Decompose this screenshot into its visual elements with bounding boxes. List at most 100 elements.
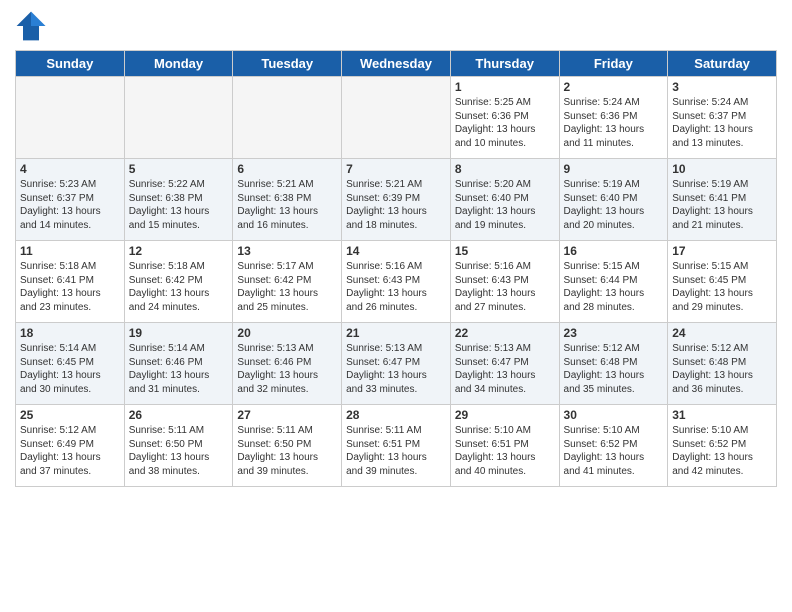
day-info: Sunrise: 5:15 AM Sunset: 6:44 PM Dayligh… (564, 260, 664, 314)
page: SundayMondayTuesdayWednesdayThursdayFrid… (0, 0, 792, 612)
day-number: 9 (564, 162, 664, 176)
weekday-cell: Tuesday (233, 51, 342, 77)
weekday-cell: Monday (124, 51, 233, 77)
weekday-cell: Sunday (16, 51, 125, 77)
day-info: Sunrise: 5:13 AM Sunset: 6:46 PM Dayligh… (237, 342, 337, 396)
day-info: Sunrise: 5:18 AM Sunset: 6:41 PM Dayligh… (20, 260, 120, 314)
calendar-day-cell: 1 Sunrise: 5:25 AM Sunset: 6:36 PM Daylig… (450, 77, 559, 159)
day-number: 25 (20, 408, 120, 422)
calendar-day-cell (124, 77, 233, 159)
day-number: 15 (455, 244, 555, 258)
day-number: 8 (455, 162, 555, 176)
day-info: Sunrise: 5:21 AM Sunset: 6:39 PM Dayligh… (346, 178, 446, 232)
calendar-week-row: 25Sunrise: 5:12 AM Sunset: 6:49 PM Dayli… (16, 405, 777, 487)
weekday-cell: Friday (559, 51, 668, 77)
calendar-day-cell: 14 Sunrise: 5:16 AM Sunset: 6:43 PM Dayli… (342, 241, 451, 323)
weekday-row: SundayMondayTuesdayWednesdayThursdayFrid… (16, 51, 777, 77)
weekday-cell: Thursday (450, 51, 559, 77)
day-info: Sunrise: 5:10 AM Sunset: 6:51 PM Dayligh… (455, 424, 555, 478)
calendar-day-cell: 20Sunrise: 5:13 AM Sunset: 6:46 PM Dayli… (233, 323, 342, 405)
calendar-day-cell: 27 Sunrise: 5:11 AM Sunset: 6:50 PM Dayli… (233, 405, 342, 487)
weekday-cell: Wednesday (342, 51, 451, 77)
day-info: Sunrise: 5:12 AM Sunset: 6:48 PM Dayligh… (564, 342, 664, 396)
day-info: Sunrise: 5:25 AM Sunset: 6:36 PM Dayligh… (455, 96, 555, 150)
day-number: 31 (672, 408, 772, 422)
calendar-day-cell: 26 Sunrise: 5:11 AM Sunset: 6:50 PM Dayli… (124, 405, 233, 487)
day-number: 14 (346, 244, 446, 258)
day-number: 11 (20, 244, 120, 258)
day-info: Sunrise: 5:16 AM Sunset: 6:43 PM Dayligh… (455, 260, 555, 314)
day-number: 7 (346, 162, 446, 176)
calendar-day-cell: 13 Sunrise: 5:17 AM Sunset: 6:42 PM Dayli… (233, 241, 342, 323)
logo (15, 10, 51, 42)
day-number: 28 (346, 408, 446, 422)
day-number: 12 (129, 244, 229, 258)
calendar-day-cell: 16 Sunrise: 5:15 AM Sunset: 6:44 PM Dayli… (559, 241, 668, 323)
header (15, 10, 777, 42)
day-number: 26 (129, 408, 229, 422)
calendar-day-cell: 17 Sunrise: 5:15 AM Sunset: 6:45 PM Dayli… (668, 241, 777, 323)
calendar-day-cell: 30 Sunrise: 5:10 AM Sunset: 6:52 PM Dayli… (559, 405, 668, 487)
calendar-day-cell: 23 Sunrise: 5:12 AM Sunset: 6:48 PM Dayli… (559, 323, 668, 405)
day-info: Sunrise: 5:24 AM Sunset: 6:37 PM Dayligh… (672, 96, 772, 150)
day-number: 4 (20, 162, 120, 176)
day-number: 27 (237, 408, 337, 422)
day-info: Sunrise: 5:16 AM Sunset: 6:43 PM Dayligh… (346, 260, 446, 314)
calendar-day-cell: 11 Sunrise: 5:18 AM Sunset: 6:41 PM Dayli… (16, 241, 125, 323)
calendar-day-cell: 21 Sunrise: 5:13 AM Sunset: 6:47 PM Dayli… (342, 323, 451, 405)
day-number: 5 (129, 162, 229, 176)
calendar-day-cell: 4 Sunrise: 5:23 AM Sunset: 6:37 PM Daylig… (16, 159, 125, 241)
calendar-day-cell: 7 Sunrise: 5:21 AM Sunset: 6:39 PM Daylig… (342, 159, 451, 241)
day-info: Sunrise: 5:11 AM Sunset: 6:50 PM Dayligh… (129, 424, 229, 478)
calendar-day-cell (233, 77, 342, 159)
calendar-day-cell: 12Sunrise: 5:18 AM Sunset: 6:42 PM Dayli… (124, 241, 233, 323)
calendar-day-cell: 29 Sunrise: 5:10 AM Sunset: 6:51 PM Dayli… (450, 405, 559, 487)
calendar-day-cell: 15 Sunrise: 5:16 AM Sunset: 6:43 PM Dayli… (450, 241, 559, 323)
day-number: 3 (672, 80, 772, 94)
day-number: 1 (455, 80, 555, 94)
calendar-day-cell: 19 Sunrise: 5:14 AM Sunset: 6:46 PM Dayli… (124, 323, 233, 405)
day-info: Sunrise: 5:12 AM Sunset: 6:48 PM Dayligh… (672, 342, 772, 396)
weekday-cell: Saturday (668, 51, 777, 77)
day-number: 13 (237, 244, 337, 258)
calendar-table: SundayMondayTuesdayWednesdayThursdayFrid… (15, 50, 777, 487)
day-info: Sunrise: 5:19 AM Sunset: 6:40 PM Dayligh… (564, 178, 664, 232)
day-number: 18 (20, 326, 120, 340)
day-info: Sunrise: 5:22 AM Sunset: 6:38 PM Dayligh… (129, 178, 229, 232)
day-info: Sunrise: 5:10 AM Sunset: 6:52 PM Dayligh… (564, 424, 664, 478)
calendar-day-cell (342, 77, 451, 159)
day-number: 6 (237, 162, 337, 176)
day-info: Sunrise: 5:19 AM Sunset: 6:41 PM Dayligh… (672, 178, 772, 232)
day-info: Sunrise: 5:21 AM Sunset: 6:38 PM Dayligh… (237, 178, 337, 232)
day-info: Sunrise: 5:15 AM Sunset: 6:45 PM Dayligh… (672, 260, 772, 314)
calendar-week-row: 11 Sunrise: 5:18 AM Sunset: 6:41 PM Dayli… (16, 241, 777, 323)
calendar-day-cell: 22Sunrise: 5:13 AM Sunset: 6:47 PM Dayli… (450, 323, 559, 405)
day-number: 24 (672, 326, 772, 340)
day-number: 30 (564, 408, 664, 422)
day-info: Sunrise: 5:11 AM Sunset: 6:50 PM Dayligh… (237, 424, 337, 478)
calendar-week-row: 18Sunrise: 5:14 AM Sunset: 6:45 PM Dayli… (16, 323, 777, 405)
day-info: Sunrise: 5:23 AM Sunset: 6:37 PM Dayligh… (20, 178, 120, 232)
calendar-header: SundayMondayTuesdayWednesdayThursdayFrid… (16, 51, 777, 77)
day-number: 17 (672, 244, 772, 258)
day-number: 23 (564, 326, 664, 340)
day-number: 16 (564, 244, 664, 258)
day-number: 29 (455, 408, 555, 422)
calendar-day-cell: 24 Sunrise: 5:12 AM Sunset: 6:48 PM Dayli… (668, 323, 777, 405)
calendar-day-cell: 9 Sunrise: 5:19 AM Sunset: 6:40 PM Daylig… (559, 159, 668, 241)
calendar-week-row: 4 Sunrise: 5:23 AM Sunset: 6:37 PM Daylig… (16, 159, 777, 241)
calendar-day-cell: 18Sunrise: 5:14 AM Sunset: 6:45 PM Dayli… (16, 323, 125, 405)
day-info: Sunrise: 5:14 AM Sunset: 6:46 PM Dayligh… (129, 342, 229, 396)
day-number: 21 (346, 326, 446, 340)
day-number: 10 (672, 162, 772, 176)
calendar-week-row: 1 Sunrise: 5:25 AM Sunset: 6:36 PM Daylig… (16, 77, 777, 159)
calendar-day-cell: 8Sunrise: 5:20 AM Sunset: 6:40 PM Daylig… (450, 159, 559, 241)
day-number: 2 (564, 80, 664, 94)
day-number: 19 (129, 326, 229, 340)
calendar-day-cell: 5 Sunrise: 5:22 AM Sunset: 6:38 PM Daylig… (124, 159, 233, 241)
day-number: 22 (455, 326, 555, 340)
calendar-day-cell: 3 Sunrise: 5:24 AM Sunset: 6:37 PM Daylig… (668, 77, 777, 159)
day-info: Sunrise: 5:17 AM Sunset: 6:42 PM Dayligh… (237, 260, 337, 314)
day-info: Sunrise: 5:13 AM Sunset: 6:47 PM Dayligh… (346, 342, 446, 396)
day-info: Sunrise: 5:10 AM Sunset: 6:52 PM Dayligh… (672, 424, 772, 478)
